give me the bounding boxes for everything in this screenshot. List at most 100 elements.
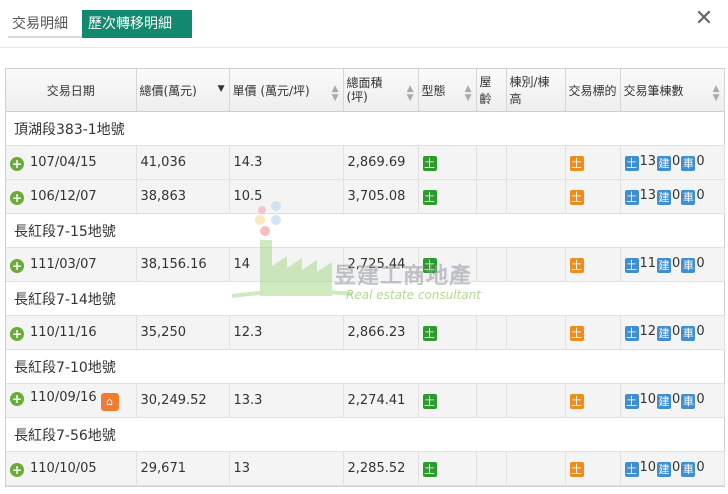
expand-plus-icon[interactable]: + — [10, 462, 24, 477]
expand-plus-icon[interactable]: + — [10, 258, 24, 273]
cell-building — [506, 383, 566, 418]
col-header-area[interactable]: 總面積 (坪) ▲ ▼ — [343, 69, 419, 112]
col-header-total-price[interactable]: 總價(萬元) ▼ — [136, 69, 230, 112]
cell-area: 2,285.52 — [343, 451, 419, 486]
col-label: 屋齡 — [479, 75, 492, 106]
sort-icon: ▲ ▼ — [331, 84, 339, 103]
parcel-name: 長紅段7-15地號 — [6, 213, 724, 248]
land-target-icon: 土 — [569, 462, 584, 477]
date-value: 110/10/05 — [30, 460, 97, 476]
watermark-subtext: Real estate consultant — [346, 288, 481, 302]
building-count: 0 — [672, 324, 681, 339]
expand-plus-icon[interactable]: + — [10, 326, 24, 341]
land-count-icon: 土 — [624, 156, 639, 171]
land-type-icon: 土 — [422, 462, 437, 477]
watermark-text: 昱建工商地產 — [334, 264, 473, 289]
building-count-icon: 建 — [657, 156, 672, 171]
parcel-name: 頂湖段383-1地號 — [6, 111, 724, 146]
house-search-icon[interactable]: ⌂ — [100, 393, 119, 411]
cell-date: +110/10/05 — [6, 451, 137, 486]
land-count: 10 — [639, 392, 657, 407]
land-count-icon: 土 — [624, 258, 639, 273]
col-label: 棟別/棟高 — [509, 75, 550, 106]
expand-plus-icon[interactable]: + — [10, 156, 24, 171]
close-icon[interactable]: ✕ — [692, 6, 716, 32]
col-header-age[interactable]: 屋齡 — [476, 69, 507, 112]
sort-icon: ▲ ▼ — [712, 84, 720, 103]
building-count: 0 — [672, 460, 681, 475]
col-header-date[interactable]: 交易日期 — [6, 69, 137, 112]
land-count: 13 — [639, 188, 657, 203]
table-row[interactable]: +110/09/16 ⌂ 30,249.52 13.3 2,274.41 土土土 10 建 0 車… — [6, 383, 725, 418]
cell-total-price: 38,863 — [136, 179, 230, 214]
cell-target: 土 — [565, 247, 621, 282]
cell-total-price: 30,249.52 — [136, 383, 230, 418]
col-header-target[interactable]: 交易標的 — [565, 69, 621, 112]
car-count: 0 — [696, 392, 705, 407]
cell-building — [506, 179, 566, 214]
table-row[interactable]: +106/12/07 38,863 10.5 3,705.08 土土土 13 建 0 車 0 — [6, 179, 725, 214]
cell-type: 土 — [418, 451, 477, 486]
date-value: 111/03/07 — [30, 256, 97, 272]
group-header-row: 頂湖段383-1地號 — [6, 111, 724, 146]
land-type-icon: 土 — [422, 394, 437, 409]
land-count-icon: 土 — [624, 394, 639, 409]
table-row[interactable]: +110/10/05 29,671 13 2,285.52 土土土 10 建 0 車 0 — [6, 451, 725, 486]
cell-total-price: 29,671 — [136, 451, 230, 486]
col-label: 交易標的 — [568, 83, 617, 98]
tab-transaction-details[interactable]: 交易明細 — [8, 10, 82, 38]
building-count-icon: 建 — [657, 462, 672, 477]
group-header-row: 長紅段7-10地號 — [6, 349, 724, 384]
cell-type: 土 — [418, 179, 477, 214]
cell-unit-price: 13.3 — [229, 383, 344, 418]
date-value: 110/11/16 — [30, 324, 97, 340]
col-label: 型態 — [421, 83, 446, 98]
land-target-icon: 土 — [569, 326, 584, 341]
land-target-icon: 土 — [569, 156, 584, 171]
building-count-icon: 建 — [657, 258, 672, 273]
tab-bar: 交易明細 歷次轉移明細 — [8, 10, 192, 40]
cell-count: 土 11 建 0 車 0 — [620, 247, 725, 282]
date-value: 107/04/15 — [30, 154, 97, 170]
col-header-unit-price[interactable]: 單價 (萬元/坪) ▲ ▼ — [229, 69, 344, 112]
cell-date: +107/04/15 — [6, 145, 137, 180]
cell-total-price: 41,036 — [136, 145, 230, 180]
cell-unit-price: 14 — [229, 247, 344, 282]
cell-total-price: 38,156.16 — [136, 247, 230, 282]
cell-date: +110/09/16 ⌂ — [6, 383, 137, 418]
cell-building — [506, 247, 566, 282]
car-count: 0 — [696, 460, 705, 475]
cell-date: +106/12/07 — [6, 179, 137, 214]
land-count: 11 — [639, 256, 657, 271]
land-type-icon: 土 — [422, 190, 437, 205]
car-count: 0 — [696, 188, 705, 203]
cell-unit-price: 12.3 — [229, 315, 344, 350]
cell-target: 土 — [565, 145, 621, 180]
table-row[interactable]: +107/04/15 41,036 14.3 2,869.69 土土土 13 建 0 車 0 — [6, 145, 725, 180]
land-count-icon: 土 — [624, 326, 639, 341]
expand-plus-icon[interactable]: + — [10, 190, 24, 205]
cell-total-price: 35,250 — [136, 315, 230, 350]
table-row[interactable]: +110/11/16 35,250 12.3 2,866.23 土土土 12 建 0 車 0 — [6, 315, 725, 350]
cell-count: 土 13 建 0 車 0 — [620, 145, 725, 180]
col-label: 總面積 (坪) — [346, 76, 383, 104]
cell-target: 土 — [565, 383, 621, 418]
col-header-count[interactable]: 交易筆棟數 ▲ ▼ — [620, 69, 725, 112]
col-header-building[interactable]: 棟別/棟高 — [506, 69, 566, 112]
group-header-row: 長紅段7-56地號 — [6, 417, 724, 452]
cell-count: 土 13 建 0 車 0 — [620, 179, 725, 214]
car-count-icon: 車 — [681, 462, 696, 477]
col-header-type[interactable]: 型態 ▲ ▼ — [418, 69, 477, 112]
cell-building — [506, 145, 566, 180]
expand-plus-icon[interactable]: + — [10, 392, 24, 406]
header-row: 交易日期 總價(萬元) ▼ 單價 (萬元/坪) ▲ ▼ 總面積 (坪) ▲ ▼ 型態 ▲ ▼ … — [6, 69, 725, 112]
tab-transfer-history[interactable]: 歷次轉移明細 — [82, 10, 192, 38]
cell-building — [506, 451, 566, 486]
cell-date: +111/03/07 — [6, 247, 137, 282]
land-count-icon: 土 — [624, 462, 639, 477]
cell-type: 土 — [418, 315, 477, 350]
cell-age — [476, 451, 507, 486]
col-label: 交易日期 — [46, 83, 95, 98]
cell-count: 土 10 建 0 車 0 — [620, 451, 725, 486]
cell-count: 土 10 建 0 車 0 — [620, 383, 725, 418]
